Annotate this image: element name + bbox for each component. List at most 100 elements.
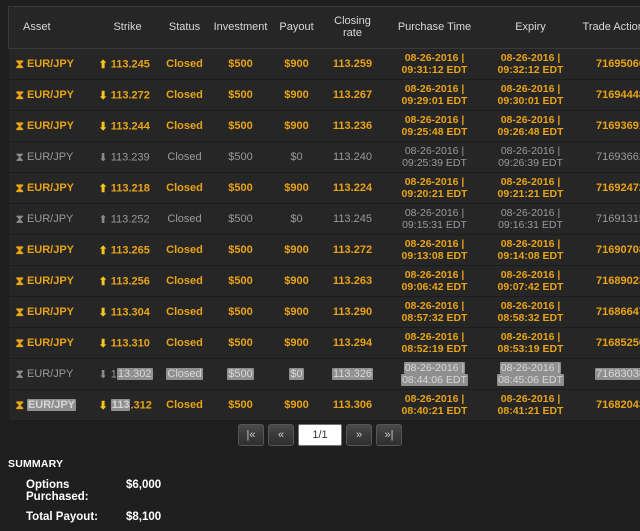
column-header-payout[interactable]: Payout [271, 7, 323, 49]
trade-action-id-cell: 71685250 [575, 328, 640, 359]
expiry-cell: 08-26-2016 |09:16:31 EDT [487, 204, 575, 235]
pagination-first-button[interactable]: |« [238, 424, 264, 446]
column-header-purchase-time[interactable]: Purchase Time [383, 7, 487, 49]
hourglass-icon: ⧗ [16, 182, 24, 194]
table-row[interactable]: ⧗EUR/JPY⬆113.256Closed$500$900113.26308-… [9, 266, 640, 297]
arrow-down-icon: ⬇ [99, 120, 108, 133]
investment-cell: $500 [211, 49, 271, 80]
options-purchased-value: $6,000 [126, 479, 161, 503]
column-header-strike[interactable]: Strike [97, 7, 159, 49]
investment-cell: $500 [211, 390, 271, 421]
table-row[interactable]: ⧗EUR/JPY⬇113.312Closed$500$900113.30608-… [9, 390, 640, 421]
hourglass-icon: ⧗ [16, 151, 24, 163]
payout-cell: $900 [271, 328, 323, 359]
hourglass-icon: ⧗ [16, 275, 24, 287]
strike-value: 113.302 [111, 368, 153, 380]
arrow-down-icon: ⬇ [99, 306, 108, 319]
hourglass-icon: ⧗ [16, 120, 24, 132]
strike-cell: ⬇113.312 [97, 390, 159, 421]
purchase-time-cell: 08-26-2016 |09:06:42 EDT [383, 266, 487, 297]
table-row[interactable]: ⧗EUR/JPY⬇113.272Closed$500$900113.26708-… [9, 80, 640, 111]
table-row[interactable]: ⧗EUR/JPY⬇113.310Closed$500$900113.29408-… [9, 328, 640, 359]
payout-cell: $0 [271, 204, 323, 235]
column-header-investment[interactable]: Investment [211, 7, 271, 49]
arrow-up-icon: ⬆ [99, 182, 108, 195]
investment-cell: $500 [211, 328, 271, 359]
summary-row-total-payout: Total Payout: $8,100 [8, 511, 161, 523]
strike-cell: ⬆113.265 [97, 235, 159, 266]
closing-rate-cell: 113.240 [323, 142, 383, 173]
asset-cell: ⧗EUR/JPY [9, 328, 97, 359]
asset-cell: ⧗EUR/JPY [9, 266, 97, 297]
table-row[interactable]: ⧗EUR/JPY⬆113.265Closed$500$900113.27208-… [9, 235, 640, 266]
trade-action-id-cell: 71693691 [575, 111, 640, 142]
purchase-time-cell: 08-26-2016 |09:13:08 EDT [383, 235, 487, 266]
investment-cell: $500 [211, 111, 271, 142]
pagination-page-input[interactable]: 1/1 [298, 424, 342, 446]
asset-label: EUR/JPY [27, 337, 74, 349]
pagination-next-button[interactable]: » [346, 424, 372, 446]
investment-cell: $500 [211, 173, 271, 204]
payout-cell: $900 [271, 297, 323, 328]
table-row[interactable]: ⧗EUR/JPY⬆113.245Closed$500$900113.25908-… [9, 49, 640, 80]
arrow-up-icon: ⬆ [99, 275, 108, 288]
strike-value: 113.312 [111, 399, 152, 411]
status-cell: Closed [159, 204, 211, 235]
asset-label: EUR/JPY [27, 182, 74, 194]
trade-action-id-cell: 71691315 [575, 204, 640, 235]
payout-cell: $900 [271, 173, 323, 204]
asset-label: EUR/JPY [27, 213, 73, 225]
column-header-asset[interactable]: Asset [9, 7, 97, 49]
table-row[interactable]: ⧗EUR/JPY⬆113.218Closed$500$900113.22408-… [9, 173, 640, 204]
asset-label: EUR/JPY [27, 151, 73, 163]
pagination-last-button[interactable]: »| [376, 424, 402, 446]
table-row[interactable]: ⧗EUR/JPY⬇113.244Closed$500$900113.23608-… [9, 111, 640, 142]
status-cell: Closed [159, 359, 211, 390]
strike-value: 113.218 [111, 182, 150, 194]
table-row[interactable]: ⧗EUR/JPY⬇113.304Closed$500$900113.29008-… [9, 297, 640, 328]
column-header-trade-action-id[interactable]: Trade Action ID [575, 7, 640, 49]
table-row[interactable]: ⧗EUR/JPY⬆113.252Closed$500$0113.24508-26… [9, 204, 640, 235]
hourglass-icon: ⧗ [16, 58, 24, 70]
status-cell: Closed [159, 111, 211, 142]
table-row[interactable]: ⧗EUR/JPY⬇113.302Closed$500$0113.32608-26… [9, 359, 640, 390]
expiry-cell: 08-26-2016 |08:53:19 EDT [487, 328, 575, 359]
column-header-expiry[interactable]: Expiry [487, 7, 575, 49]
table-header-row: Asset Strike Status Investment Payout Cl… [9, 7, 640, 49]
hourglass-icon: ⧗ [16, 368, 24, 380]
asset-label: EUR/JPY [27, 399, 76, 411]
strike-value: 113.310 [111, 337, 150, 349]
strike-value: 113.239 [111, 151, 150, 163]
expiry-cell: 08-26-2016 |09:26:39 EDT [487, 142, 575, 173]
pagination-prev-button[interactable]: « [268, 424, 294, 446]
total-payout-value: $8,100 [126, 511, 161, 523]
column-header-status[interactable]: Status [159, 7, 211, 49]
asset-cell: ⧗EUR/JPY [9, 297, 97, 328]
options-purchased-label: Options Purchased: [26, 479, 126, 503]
trade-action-id-cell: 71686647 [575, 297, 640, 328]
status-cell: Closed [159, 235, 211, 266]
arrow-down-icon: ⬇ [99, 337, 108, 350]
column-header-closing-rate[interactable]: Closing rate [323, 7, 383, 49]
purchase-time-cell: 08-26-2016 |08:57:32 EDT [383, 297, 487, 328]
arrow-down-icon: ⬇ [99, 368, 108, 381]
trade-action-id-cell: 71689023 [575, 266, 640, 297]
table-row[interactable]: ⧗EUR/JPY⬇113.239Closed$500$0113.24008-26… [9, 142, 640, 173]
arrow-up-icon: ⬆ [99, 58, 108, 71]
purchase-time-cell: 08-26-2016 |08:40:21 EDT [383, 390, 487, 421]
arrow-down-icon: ⬇ [99, 89, 108, 102]
asset-cell: ⧗EUR/JPY [9, 235, 97, 266]
investment-cell: $500 [211, 235, 271, 266]
closing-rate-cell: 113.224 [323, 173, 383, 204]
trade-action-id-cell: 71695060 [575, 49, 640, 80]
table-header: Asset Strike Status Investment Payout Cl… [9, 7, 640, 49]
strike-value: 113.252 [111, 213, 150, 225]
investment-cell: $500 [211, 142, 271, 173]
asset-label: EUR/JPY [27, 244, 74, 256]
status-cell: Closed [159, 328, 211, 359]
payout-cell: $900 [271, 111, 323, 142]
summary-section: SUMMARY Options Purchased: $6,000 Total … [8, 458, 161, 531]
asset-label: EUR/JPY [27, 368, 73, 380]
strike-cell: ⬇113.244 [97, 111, 159, 142]
payout-cell: $900 [271, 390, 323, 421]
